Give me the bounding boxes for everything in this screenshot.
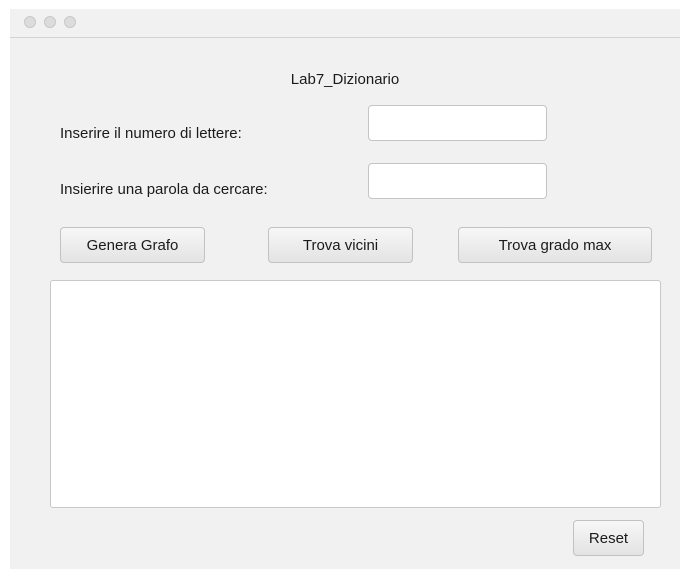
close-window-icon[interactable] bbox=[24, 16, 36, 28]
genera-grafo-button[interactable]: Genera Grafo bbox=[60, 227, 205, 263]
minimize-window-icon[interactable] bbox=[44, 16, 56, 28]
app-title: Lab7_Dizionario bbox=[290, 71, 400, 88]
letters-count-label: Inserire il numero di lettere: bbox=[60, 125, 242, 142]
app-window: Lab7_Dizionario Inserire il numero di le… bbox=[10, 9, 680, 569]
reset-button[interactable]: Reset bbox=[573, 520, 644, 556]
search-word-input[interactable] bbox=[368, 163, 547, 199]
results-text-area[interactable] bbox=[50, 280, 661, 508]
trova-vicini-button[interactable]: Trova vicini bbox=[268, 227, 413, 263]
zoom-window-icon[interactable] bbox=[64, 16, 76, 28]
search-word-label: Insierire una parola da cercare: bbox=[60, 181, 268, 198]
letters-count-input[interactable] bbox=[368, 105, 547, 141]
trova-grado-max-button[interactable]: Trova grado max bbox=[458, 227, 652, 263]
window-titlebar bbox=[10, 9, 680, 38]
